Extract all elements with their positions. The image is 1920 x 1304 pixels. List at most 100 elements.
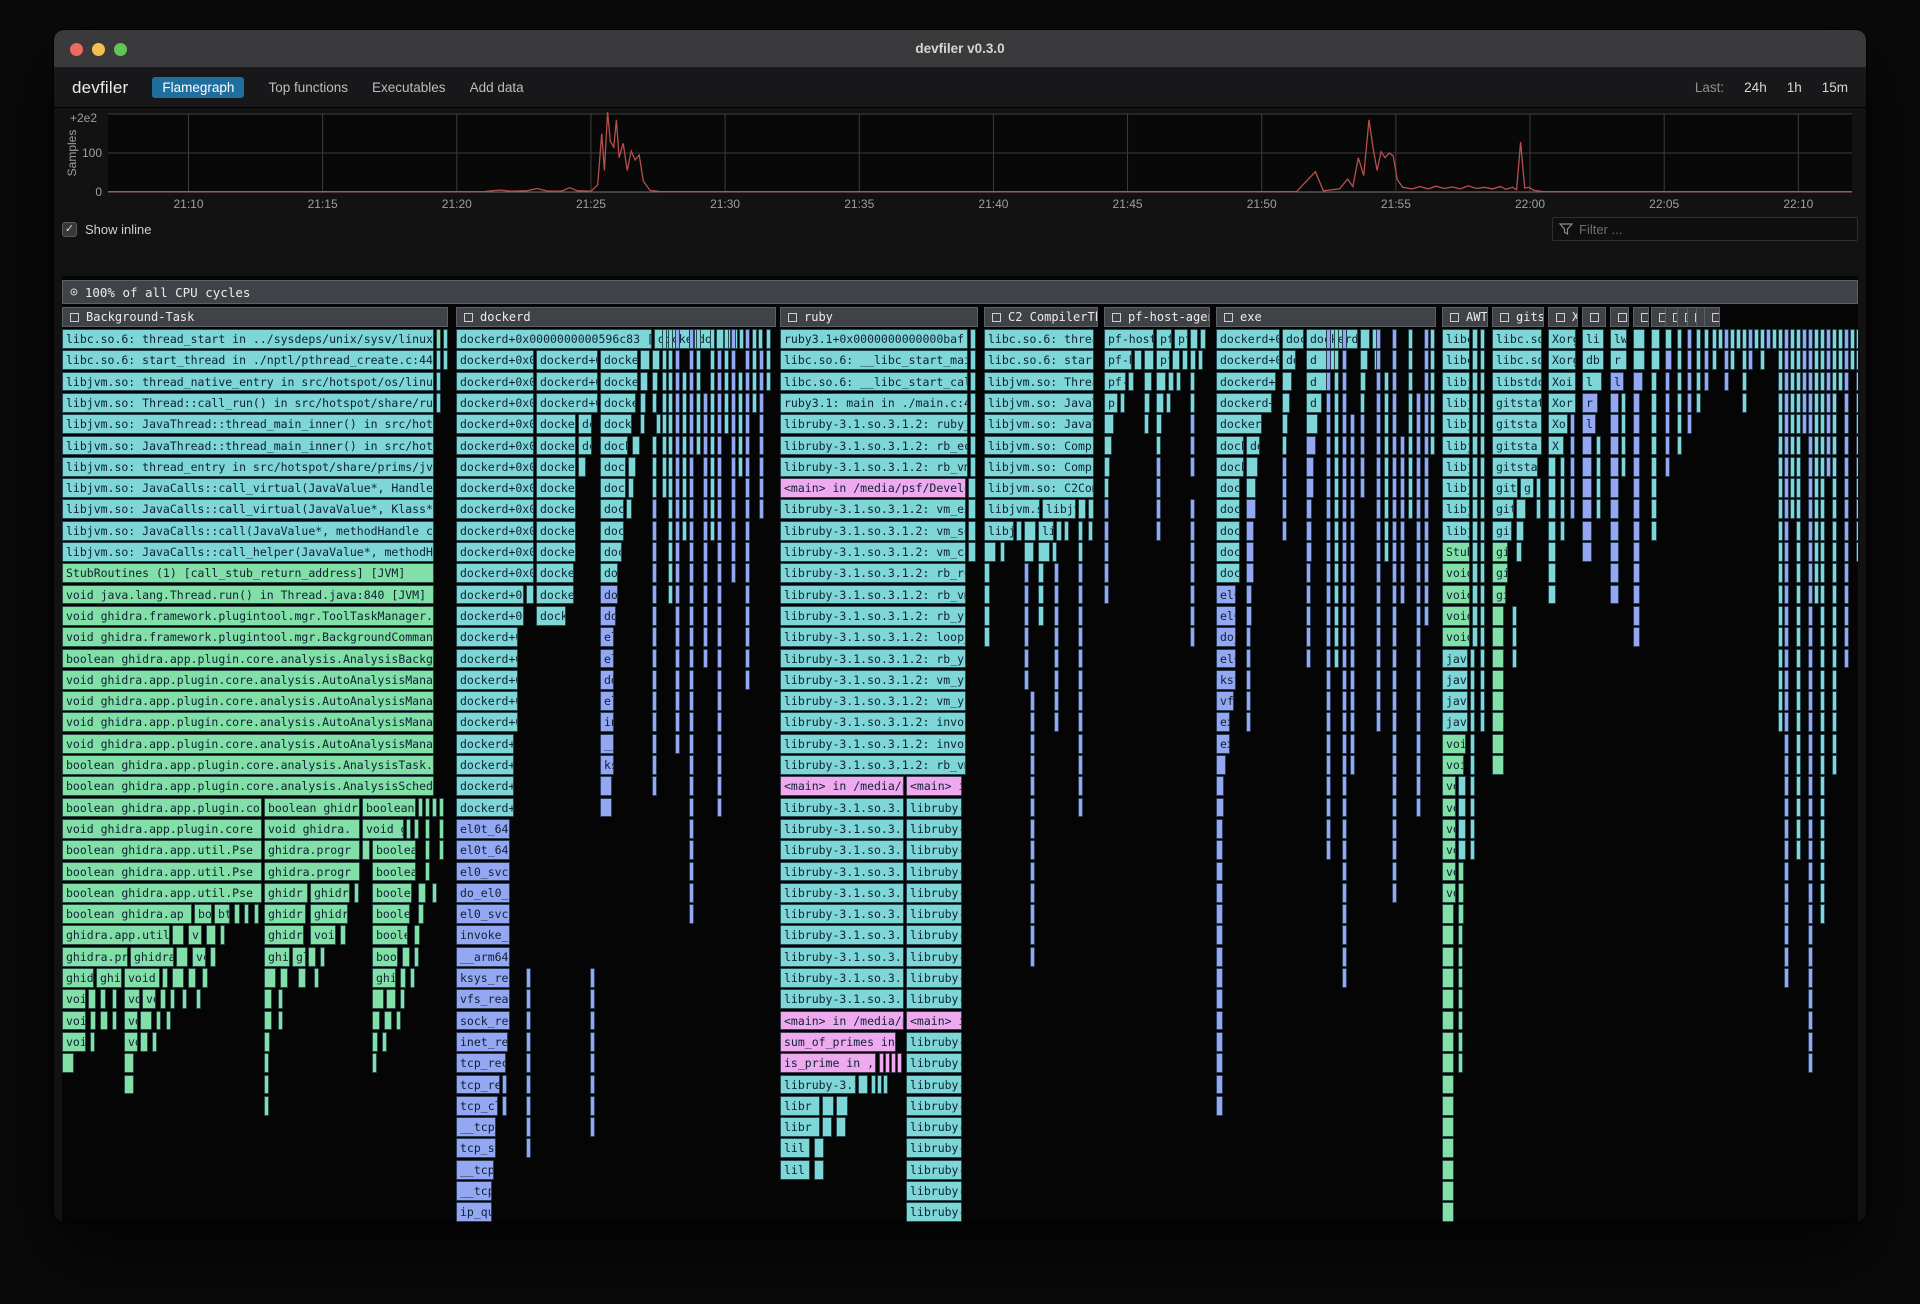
flame-cell[interactable] bbox=[1808, 414, 1813, 434]
flame-cell[interactable] bbox=[1790, 372, 1795, 392]
flame-cell[interactable] bbox=[745, 329, 750, 349]
flame-cell[interactable] bbox=[1342, 840, 1347, 860]
flame-cell[interactable]: StubRou bbox=[1442, 542, 1470, 562]
flame-cell[interactable] bbox=[1326, 436, 1331, 456]
flame-cell[interactable]: libjvm.so: CompileBroker:: bbox=[984, 436, 1094, 456]
flame-cell[interactable]: libruby- bbox=[906, 989, 962, 1009]
flame-cell[interactable] bbox=[1677, 350, 1682, 370]
flame-cell[interactable] bbox=[590, 1053, 595, 1073]
flame-cell[interactable] bbox=[675, 478, 680, 498]
flame-cell[interactable] bbox=[1408, 329, 1413, 349]
flame-cell[interactable]: dockerd+0x0 d bbox=[456, 606, 524, 626]
flame-cell[interactable] bbox=[1024, 627, 1029, 647]
thread-column-header[interactable]: Xo bbox=[1548, 307, 1578, 327]
flame-cell[interactable]: doc bbox=[600, 606, 616, 626]
flame-cell[interactable] bbox=[1784, 372, 1789, 392]
flame-cell[interactable] bbox=[1814, 521, 1819, 541]
flame-cell[interactable] bbox=[662, 350, 667, 370]
flame-cell[interactable] bbox=[1832, 563, 1837, 583]
flame-cell[interactable] bbox=[1384, 542, 1389, 562]
flame-cell[interactable] bbox=[675, 414, 680, 434]
flame-cell[interactable] bbox=[1392, 840, 1397, 860]
flame-cell[interactable] bbox=[689, 350, 694, 370]
flame-cell[interactable] bbox=[1384, 393, 1389, 413]
flame-cell[interactable] bbox=[1054, 691, 1059, 711]
flame-cell[interactable] bbox=[1832, 393, 1837, 413]
flame-cell[interactable] bbox=[1078, 499, 1086, 519]
flame-cell[interactable] bbox=[590, 1096, 595, 1116]
flame-cell[interactable] bbox=[1808, 883, 1813, 903]
flame-cell[interactable] bbox=[652, 670, 657, 690]
flame-cell[interactable]: void java.lang.Thread.run() in Thread.ja… bbox=[62, 585, 434, 605]
flame-cell[interactable]: libjvm.so: thread_native_entry in src/ho… bbox=[62, 372, 434, 392]
flame-cell[interactable] bbox=[590, 989, 595, 1009]
flame-cell[interactable] bbox=[1392, 712, 1397, 732]
flame-cell[interactable] bbox=[443, 329, 448, 349]
flame-cell[interactable] bbox=[1778, 414, 1783, 434]
flame-cell[interactable] bbox=[1030, 862, 1035, 882]
flame-cell[interactable]: dockerd+0x bbox=[1216, 372, 1276, 392]
collapse-icon[interactable] bbox=[1712, 313, 1720, 322]
flame-cell[interactable]: void j bbox=[1442, 734, 1466, 754]
flame-cell[interactable] bbox=[1442, 1202, 1454, 1222]
flame-cell[interactable]: libruby-3.1.so.3.1.2: invok bbox=[780, 712, 966, 732]
flame-cell[interactable] bbox=[1392, 606, 1397, 626]
flame-cell[interactable] bbox=[752, 350, 757, 370]
flame-cell[interactable] bbox=[1458, 1011, 1463, 1031]
flame-cell[interactable] bbox=[1200, 329, 1206, 349]
flame-cell[interactable] bbox=[1000, 542, 1005, 562]
flame-cell[interactable] bbox=[1430, 436, 1435, 456]
flame-cell[interactable] bbox=[745, 649, 750, 669]
flame-cell[interactable] bbox=[662, 329, 667, 349]
flame-cell[interactable] bbox=[1030, 840, 1035, 860]
flame-cell[interactable]: el0 bbox=[600, 649, 614, 669]
flame-cell[interactable] bbox=[675, 329, 680, 349]
flame-cell[interactable] bbox=[689, 755, 694, 775]
flame-cell[interactable] bbox=[1376, 372, 1381, 392]
flame-cell[interactable] bbox=[668, 478, 673, 498]
flame-cell[interactable] bbox=[1826, 414, 1831, 434]
flame-cell[interactable] bbox=[668, 585, 673, 605]
flame-cell[interactable] bbox=[1856, 436, 1858, 456]
flame-cell[interactable] bbox=[1176, 372, 1181, 392]
flame-cell[interactable]: dockerd+0x000 bbox=[456, 563, 534, 583]
flame-cell[interactable] bbox=[689, 393, 694, 413]
flame-cell[interactable] bbox=[1651, 457, 1657, 477]
flame-cell[interactable] bbox=[590, 968, 595, 988]
flame-cell[interactable] bbox=[1696, 372, 1701, 392]
flame-cell[interactable] bbox=[1392, 627, 1397, 647]
collapse-icon[interactable] bbox=[1112, 313, 1121, 322]
flame-cell[interactable] bbox=[1548, 542, 1556, 562]
flame-cell[interactable] bbox=[1416, 521, 1421, 541]
flame-cell[interactable] bbox=[1408, 350, 1413, 370]
flame-cell[interactable] bbox=[590, 1011, 595, 1031]
flame-cell[interactable]: el0_svc_co bbox=[456, 904, 510, 924]
flame-cell[interactable] bbox=[1416, 585, 1421, 605]
flame-cell[interactable]: void ghidra.app.plugin.core.analysis.Aut… bbox=[62, 670, 434, 690]
flame-cell[interactable] bbox=[1832, 670, 1837, 690]
flame-cell[interactable] bbox=[1334, 350, 1339, 370]
flame-cell[interactable] bbox=[1748, 350, 1753, 370]
flame-cell[interactable] bbox=[652, 478, 657, 498]
flame-cell[interactable]: git bbox=[1492, 563, 1508, 583]
flame-cell[interactable] bbox=[745, 372, 750, 392]
flame-cell[interactable] bbox=[1392, 393, 1397, 413]
flame-cell[interactable] bbox=[689, 478, 694, 498]
flame-cell[interactable]: void bbox=[62, 989, 86, 1009]
flame-cell[interactable]: void bbox=[124, 968, 160, 988]
flame-cell[interactable] bbox=[1596, 499, 1601, 519]
flame-cell[interactable]: vo bbox=[1442, 819, 1456, 839]
flame-cell[interactable] bbox=[675, 649, 680, 669]
flame-cell[interactable] bbox=[1796, 478, 1801, 498]
flame-cell[interactable] bbox=[1216, 1053, 1223, 1073]
flame-cell[interactable] bbox=[1350, 499, 1355, 519]
flame-cell[interactable] bbox=[340, 925, 346, 945]
flame-cell[interactable] bbox=[970, 372, 976, 392]
flame-cell[interactable] bbox=[689, 414, 694, 434]
flame-cell[interactable] bbox=[1778, 606, 1783, 626]
flame-cell[interactable] bbox=[425, 862, 430, 882]
flame-cell[interactable] bbox=[1104, 478, 1109, 498]
flame-cell[interactable] bbox=[1442, 1053, 1454, 1073]
flame-cell[interactable] bbox=[689, 585, 694, 605]
flame-cell[interactable] bbox=[1492, 734, 1504, 754]
